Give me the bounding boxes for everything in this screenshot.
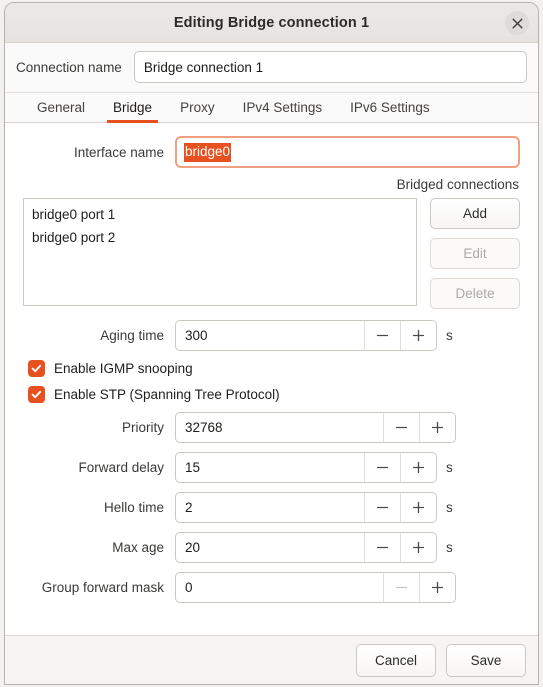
- group-forward-mask-minus-button: [383, 573, 419, 602]
- dialog-window: Editing Bridge connection 1 Connection n…: [4, 2, 539, 685]
- aging-time-label: Aging time: [100, 328, 164, 343]
- tab-ipv4-settings[interactable]: IPv4 Settings: [229, 100, 337, 122]
- priority-row: Priority 32768: [23, 412, 520, 443]
- close-icon[interactable]: [505, 11, 529, 35]
- group-forward-mask-plus-button[interactable]: [419, 573, 455, 602]
- stp-checkbox[interactable]: [28, 386, 45, 403]
- forward-delay-value[interactable]: 15: [176, 453, 364, 482]
- max-age-value[interactable]: 20: [176, 533, 364, 562]
- connection-name-row: Connection name: [5, 43, 538, 92]
- bridged-connections-area: bridge0 port 1 bridge0 port 2 Add Edit D…: [23, 198, 520, 309]
- list-item[interactable]: bridge0 port 2: [24, 227, 416, 250]
- interface-name-value: bridge0: [184, 142, 232, 162]
- forward-delay-stepper[interactable]: 15: [175, 452, 437, 483]
- max-age-plus-button[interactable]: [400, 533, 436, 562]
- tab-bridge[interactable]: Bridge: [99, 100, 166, 123]
- tab-ipv6-settings[interactable]: IPv6 Settings: [336, 100, 444, 122]
- aging-time-stepper[interactable]: 300: [175, 320, 437, 351]
- bridged-connections-buttons: Add Edit Delete: [430, 198, 520, 309]
- titlebar: Editing Bridge connection 1: [5, 3, 538, 43]
- hello-time-minus-button[interactable]: [364, 493, 400, 522]
- bridged-connections-label: Bridged connections: [396, 177, 519, 192]
- priority-value[interactable]: 32768: [176, 413, 383, 442]
- stp-label: Enable STP (Spanning Tree Protocol): [54, 387, 280, 402]
- group-forward-mask-label: Group forward mask: [41, 580, 164, 595]
- hello-time-plus-button[interactable]: [400, 493, 436, 522]
- forward-delay-unit: s: [446, 460, 453, 475]
- igmp-snooping-checkbox[interactable]: [28, 360, 45, 377]
- max-age-unit: s: [446, 540, 453, 555]
- save-button[interactable]: Save: [446, 643, 526, 677]
- priority-label: Priority: [121, 420, 164, 435]
- priority-minus-button[interactable]: [383, 413, 419, 442]
- connection-name-input[interactable]: [133, 51, 527, 83]
- hello-time-unit: s: [446, 500, 453, 515]
- tab-bar: General Bridge Proxy IPv4 Settings IPv6 …: [5, 92, 538, 123]
- max-age-row: Max age 20 s: [23, 532, 520, 563]
- hello-time-label: Hello time: [103, 500, 164, 515]
- igmp-snooping-label: Enable IGMP snooping: [54, 361, 193, 376]
- tab-general[interactable]: General: [23, 100, 99, 122]
- bridge-tab-panel: Interface name bridge0 Bridged connectio…: [5, 123, 538, 635]
- interface-name-label: Interface name: [73, 144, 164, 160]
- cancel-button[interactable]: Cancel: [356, 643, 436, 677]
- group-forward-mask-row: Group forward mask 0: [23, 572, 520, 603]
- bridged-connections-list[interactable]: bridge0 port 1 bridge0 port 2: [23, 198, 417, 306]
- delete-button: Delete: [430, 278, 520, 309]
- group-forward-mask-stepper[interactable]: 0: [175, 572, 456, 603]
- list-item[interactable]: bridge0 port 1: [24, 204, 416, 227]
- aging-time-unit: s: [446, 328, 453, 343]
- aging-time-row: Aging time 300 s: [23, 320, 520, 351]
- max-age-minus-button[interactable]: [364, 533, 400, 562]
- tab-proxy[interactable]: Proxy: [166, 100, 229, 122]
- forward-delay-plus-button[interactable]: [400, 453, 436, 482]
- interface-name-input[interactable]: bridge0: [175, 136, 520, 168]
- max-age-label: Max age: [112, 540, 164, 555]
- group-forward-mask-value[interactable]: 0: [176, 573, 383, 602]
- connection-name-label: Connection name: [16, 59, 122, 75]
- priority-plus-button[interactable]: [419, 413, 455, 442]
- hello-time-value[interactable]: 2: [176, 493, 364, 522]
- hello-time-row: Hello time 2 s: [23, 492, 520, 523]
- add-button[interactable]: Add: [430, 198, 520, 229]
- dialog-footer: Cancel Save: [5, 635, 538, 684]
- igmp-snooping-row[interactable]: Enable IGMP snooping: [23, 360, 520, 377]
- bridged-connections-caption-row: Bridged connections: [23, 177, 520, 192]
- forward-delay-minus-button[interactable]: [364, 453, 400, 482]
- max-age-stepper[interactable]: 20: [175, 532, 437, 563]
- forward-delay-row: Forward delay 15 s: [23, 452, 520, 483]
- aging-time-plus-button[interactable]: [400, 321, 436, 350]
- dialog-title: Editing Bridge connection 1: [173, 14, 370, 31]
- aging-time-minus-button[interactable]: [364, 321, 400, 350]
- priority-stepper[interactable]: 32768: [175, 412, 456, 443]
- edit-button: Edit: [430, 238, 520, 269]
- stp-row[interactable]: Enable STP (Spanning Tree Protocol): [23, 386, 520, 403]
- aging-time-value[interactable]: 300: [176, 321, 364, 350]
- forward-delay-label: Forward delay: [78, 460, 164, 475]
- hello-time-stepper[interactable]: 2: [175, 492, 437, 523]
- interface-name-row: Interface name bridge0: [23, 136, 520, 168]
